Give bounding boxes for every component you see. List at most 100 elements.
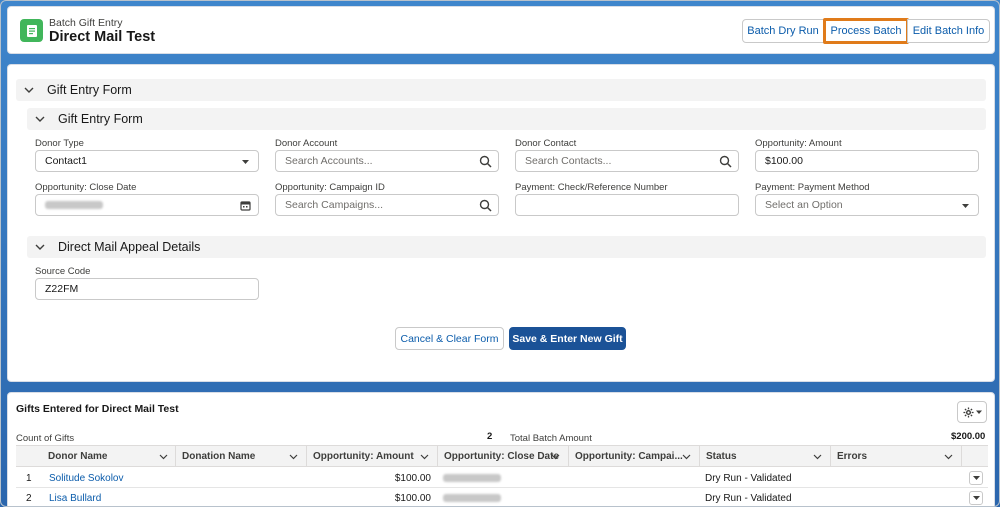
campaign-placeholder: Search Campaigns... — [285, 199, 384, 211]
column-label: Opportunity: Campai... — [575, 450, 683, 462]
column-header[interactable]: Donor Name — [42, 446, 176, 466]
opp-amount-input[interactable]: $100.00 — [755, 150, 979, 172]
row-number: 2 — [26, 492, 32, 504]
calendar-icon — [240, 201, 251, 211]
source-code-input[interactable]: Z22FM — [35, 278, 259, 300]
payment-method-value: Select an Option — [765, 199, 843, 211]
chevron-down-icon — [813, 454, 822, 460]
column-label: Donation Name — [182, 450, 256, 462]
source-code-label: Source Code — [35, 266, 91, 277]
count-of-gifts-label: Count of Gifts — [16, 433, 75, 444]
table-row: 2 Lisa Bullard $100.00 Dry Run - Validat… — [16, 488, 988, 506]
close-date-input[interactable] — [35, 194, 259, 216]
status-cell: Dry Run - Validated — [705, 472, 792, 484]
status-cell: Dry Run - Validated — [705, 492, 792, 504]
chevron-down-icon — [420, 454, 429, 460]
chevron-down-icon — [551, 454, 560, 460]
amount-cell: $100.00 — [394, 472, 431, 484]
chevron-down-icon — [35, 244, 45, 250]
amount-cell: $100.00 — [394, 492, 431, 504]
chevron-down-icon — [24, 87, 34, 93]
batch-dry-run-button[interactable]: Batch Dry Run — [742, 19, 824, 43]
column-header[interactable]: Opportunity: Close Date — [437, 446, 568, 466]
section-direct-mail-appeal[interactable]: Direct Mail Appeal Details — [27, 236, 986, 258]
source-code-value: Z22FM — [45, 283, 79, 295]
opp-amount-value: $100.00 — [765, 155, 803, 167]
gift-entry-form-card: Gift Entry Form Gift Entry Form Donor Ty… — [7, 64, 995, 382]
donor-contact-placeholder: Search Contacts... — [525, 155, 612, 167]
chevron-down-icon — [944, 454, 953, 460]
donor-account-placeholder: Search Accounts... — [285, 155, 373, 167]
column-header[interactable]: Status — [699, 446, 830, 466]
table-row: 1 Solitude Sokolov $100.00 Dry Run - Val… — [16, 468, 988, 488]
column-label: Opportunity: Close Date — [444, 450, 560, 462]
column-label: Opportunity: Amount — [313, 450, 414, 462]
column-header[interactable]: Opportunity: Campai... — [568, 446, 699, 466]
document-icon — [20, 19, 43, 42]
donor-account-label: Donor Account — [275, 138, 338, 149]
close-date-cell-redacted — [443, 468, 501, 488]
page-title: Direct Mail Test — [49, 29, 156, 45]
total-batch-amount-value: $200.00 — [951, 431, 986, 442]
chevron-down-icon — [35, 116, 45, 122]
check-ref-input[interactable] — [515, 194, 739, 216]
page-header: Batch Gift Entry Direct Mail Test Batch … — [7, 6, 995, 54]
donor-contact-label: Donor Contact — [515, 138, 577, 149]
section-label: Direct Mail Appeal Details — [58, 240, 201, 254]
edit-batch-info-button[interactable]: Edit Batch Info — [907, 19, 990, 43]
gifts-entered-card: Gifts Entered for Direct Mail Test Count… — [7, 392, 995, 506]
donor-name-link[interactable]: Solitude Sokolov — [49, 468, 124, 488]
chevron-down-icon — [682, 454, 691, 460]
row-actions-button[interactable] — [969, 491, 983, 505]
search-icon — [479, 155, 492, 168]
column-header[interactable]: Errors — [830, 446, 961, 466]
app-frame: Batch Gift Entry Direct Mail Test Batch … — [0, 0, 1000, 507]
page-subtitle: Batch Gift Entry — [49, 17, 123, 29]
column-label: Errors — [837, 450, 868, 462]
total-batch-amount-label: Total Batch Amount — [510, 433, 592, 444]
check-ref-label: Payment: Check/Reference Number — [515, 182, 668, 193]
campaign-id-label: Opportunity: Campaign ID — [275, 182, 385, 193]
column-label: Status — [706, 450, 737, 462]
payment-method-label: Payment: Payment Method — [755, 182, 870, 193]
donor-type-label: Donor Type — [35, 138, 84, 149]
payment-method-select[interactable]: Select an Option — [755, 194, 979, 216]
save-enter-new-gift-button[interactable]: Save & Enter New Gift — [509, 327, 626, 350]
opp-amount-label: Opportunity: Amount — [755, 138, 842, 149]
close-date-label: Opportunity: Close Date — [35, 182, 137, 193]
column-label: Donor Name — [48, 450, 108, 462]
count-of-gifts-value: 2 — [487, 431, 493, 442]
campaign-search-input[interactable]: Search Campaigns... — [275, 194, 499, 216]
cancel-clear-form-button[interactable]: Cancel & Clear Form — [395, 327, 504, 350]
donor-contact-search-input[interactable]: Search Contacts... — [515, 150, 739, 172]
section-gift-entry-form-inner[interactable]: Gift Entry Form — [27, 108, 986, 130]
caret-down-icon — [962, 204, 969, 208]
table-settings-button[interactable] — [957, 401, 987, 423]
donor-type-value: Contact1 — [45, 155, 88, 167]
row-number: 1 — [26, 472, 32, 484]
search-icon — [479, 199, 492, 212]
column-header[interactable]: Opportunity: Amount — [306, 446, 437, 466]
search-icon — [719, 155, 732, 168]
process-batch-button[interactable]: Process Batch — [823, 18, 909, 44]
chevron-down-icon — [289, 454, 298, 460]
section-label: Gift Entry Form — [58, 112, 143, 126]
caret-down-icon — [972, 476, 980, 480]
gifts-title: Gifts Entered for Direct Mail Test — [16, 403, 179, 415]
column-header[interactable]: Donation Name — [175, 446, 306, 466]
donor-type-select[interactable]: Contact1 — [35, 150, 259, 172]
column-header-actions — [961, 446, 988, 466]
row-actions-button[interactable] — [969, 471, 983, 485]
chevron-down-icon — [159, 454, 168, 460]
caret-down-icon — [972, 496, 980, 500]
donor-account-search-input[interactable]: Search Accounts... — [275, 150, 499, 172]
donor-name-link[interactable]: Lisa Bullard — [49, 488, 101, 506]
caret-down-icon — [975, 410, 982, 414]
section-label: Gift Entry Form — [47, 83, 132, 97]
table-header: Donor Name Donation Name Opportunity: Am… — [16, 445, 988, 467]
close-date-value-redacted — [45, 201, 103, 209]
close-date-cell-redacted — [443, 488, 501, 506]
section-gift-entry-form-outer[interactable]: Gift Entry Form — [16, 79, 986, 101]
caret-down-icon — [242, 160, 249, 164]
gear-icon — [962, 406, 974, 418]
